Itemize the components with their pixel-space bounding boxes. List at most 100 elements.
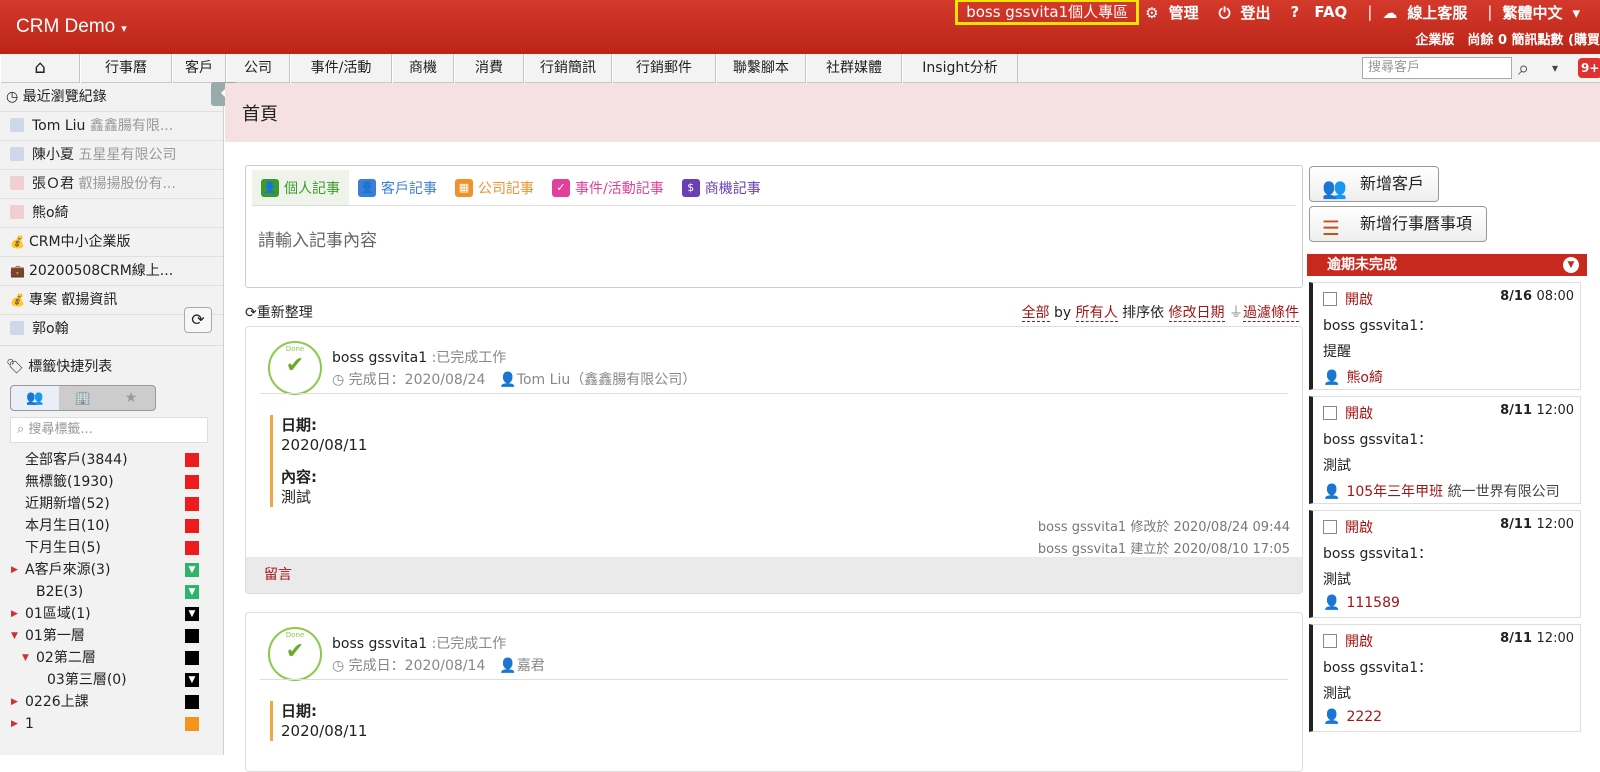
recent-item[interactable]: 熊o綺 <box>0 198 223 227</box>
comment-link[interactable]: 留言 <box>246 557 1302 593</box>
brand-menu[interactable]: CRM Demo ▾ <box>16 16 127 38</box>
manage-link[interactable]: ⚙ 管理 <box>1145 2 1208 23</box>
tag-color-icon[interactable]: ▼ <box>185 585 199 599</box>
chevron-down-icon[interactable]: ▾ <box>1552 54 1558 82</box>
nav-opportunities[interactable]: 商機 <box>392 54 454 83</box>
nav-insight[interactable]: Insight分析 <box>902 54 1018 83</box>
overdue-header[interactable]: 逾期未完成 ▼ <box>1307 254 1587 276</box>
tag-color-icon[interactable] <box>185 453 199 467</box>
language-select[interactable]: 繁體中文 ▾ <box>1502 2 1590 23</box>
sort-field-link[interactable]: 修改日期 <box>1168 305 1225 322</box>
expand-arrow-icon[interactable]: ▶ <box>11 603 18 625</box>
tag-item[interactable]: ▶ 1 <box>0 713 223 735</box>
expand-arrow-icon[interactable]: ▶ <box>11 713 18 735</box>
expand-arrow-icon[interactable]: ▶ <box>11 559 18 581</box>
task-checkbox[interactable] <box>1323 292 1337 306</box>
tag-color-icon[interactable] <box>185 519 199 533</box>
overdue-task-card[interactable]: 開啟 8/16 08:00 boss gssvita1： 提醒 👤 熊o綺 <box>1309 282 1581 390</box>
nav-consumption[interactable]: 消費 <box>454 54 524 83</box>
customer-search-input[interactable]: 搜尋客戶 <box>1362 57 1512 79</box>
overdue-task-card[interactable]: 開啟 8/11 12:00 boss gssvita1： 測試 👤 111589 <box>1309 510 1581 618</box>
note-tab[interactable]: $ 商機記事 <box>673 170 770 205</box>
tag-item[interactable]: 03第三層(0) ▼ <box>0 669 223 691</box>
faq-link[interactable]: ? FAQ <box>1290 3 1357 21</box>
filter-all-link[interactable]: 全部 <box>1021 305 1050 322</box>
tag-color-icon[interactable]: ▼ <box>185 607 199 621</box>
star-icon[interactable]: ★ <box>107 386 155 410</box>
task-checkbox[interactable] <box>1323 406 1337 420</box>
tag-item[interactable]: B2E(3) ▼ <box>0 581 223 603</box>
nav-calendar[interactable]: 行事曆 <box>80 54 172 83</box>
note-tab[interactable]: ✓ 事件/活動記事 <box>543 170 673 205</box>
recent-item[interactable]: 張Ｏ君 叡揚揚股份有... <box>0 169 223 198</box>
note-tab[interactable]: 👤 個人記事 <box>252 170 349 205</box>
tag-color-icon[interactable] <box>185 695 199 709</box>
tag-item[interactable]: ▶ 01區域(1) ▼ <box>0 603 223 625</box>
notification-badge[interactable]: 9+ <box>1578 58 1600 78</box>
add-customer-button[interactable]: 👥 新增客戶 <box>1309 166 1440 202</box>
tag-color-icon[interactable]: ▼ <box>185 563 199 577</box>
note-tab[interactable]: 👤 客戶記事 <box>349 170 446 205</box>
note-content-input[interactable]: 請輸入記事內容 <box>258 226 377 251</box>
nav-email-marketing[interactable]: 行銷郵件 <box>612 54 716 83</box>
add-calendar-event-button[interactable]: ☰ 新增行事曆事項 <box>1309 206 1488 242</box>
support-link[interactable]: ☁ 線上客服 <box>1382 2 1477 23</box>
personal-zone-link[interactable]: boss gssvita1個人專區 <box>955 0 1140 25</box>
feed-person-link[interactable]: Tom Liu（鑫鑫腸有限公司） <box>517 372 696 388</box>
home-icon[interactable]: ⌂ <box>0 54 80 83</box>
task-contact-link[interactable]: 111589 <box>1346 595 1399 611</box>
tag-item[interactable]: ▼ 02第二層 <box>0 647 223 669</box>
account-info[interactable]: 企業版 尚餘 0 簡訊點數 (購買 <box>1415 29 1600 48</box>
recent-item-name: Tom Liu <box>32 118 86 134</box>
tag-color-icon[interactable] <box>185 541 199 555</box>
task-checkbox[interactable] <box>1323 520 1337 534</box>
tag-item[interactable]: ▼ 01第一層 <box>0 625 223 647</box>
search-icon[interactable]: ⌕ <box>1518 54 1529 82</box>
note-tab[interactable]: ▦ 公司記事 <box>446 170 543 205</box>
tag-color-icon[interactable] <box>185 497 199 511</box>
tag-item[interactable]: 本月生日(10) <box>0 515 223 537</box>
chevron-down-icon[interactable]: ▼ <box>1563 257 1579 273</box>
people-icon[interactable]: 👥 <box>11 386 59 410</box>
expand-arrow-icon[interactable]: ▼ <box>22 647 29 669</box>
task-datetime: 8/11 12:00 <box>1500 403 1574 418</box>
recent-item[interactable]: 💼 20200508CRM線上... <box>0 256 223 285</box>
tag-item[interactable]: 無標籤(1930) <box>0 471 223 493</box>
refresh-tags-icon[interactable]: ⟳ <box>184 307 212 333</box>
tag-item[interactable]: 全部客戶(3844) <box>0 449 223 471</box>
feed-person-link[interactable]: 嘉君 <box>517 658 545 674</box>
overdue-task-card[interactable]: 開啟 8/11 12:00 boss gssvita1： 測試 👤 105年三年甲班 統一… <box>1309 396 1581 504</box>
logout-link[interactable]: ⏻ 登出 <box>1219 2 1281 23</box>
tag-color-icon[interactable] <box>185 475 199 489</box>
building-icon[interactable]: 🏢 <box>59 386 107 410</box>
task-contact-link[interactable]: 2222 <box>1346 709 1382 725</box>
filter-owner-link[interactable]: 所有人 <box>1075 305 1118 322</box>
tag-item[interactable]: 下月生日(5) <box>0 537 223 559</box>
task-contact-link[interactable]: 熊o綺 <box>1346 370 1383 386</box>
task-checkbox[interactable] <box>1323 634 1337 648</box>
nav-companies[interactable]: 公司 <box>226 54 290 83</box>
tag-color-icon[interactable] <box>185 651 199 665</box>
nav-sms-marketing[interactable]: 行銷簡訊 <box>524 54 612 83</box>
recent-item[interactable]: Tom Liu 鑫鑫腸有限... <box>0 111 223 140</box>
expand-arrow-icon[interactable]: ▶ <box>11 691 18 713</box>
refresh-button[interactable]: ⟳重新整理 <box>245 302 313 322</box>
nav-scripts[interactable]: 聯繫腳本 <box>716 54 806 83</box>
nav-customers[interactable]: 客戶 <box>172 54 226 83</box>
filter-conditions-link[interactable]: 過濾條件 <box>1243 305 1299 322</box>
feed-body: 日期: 2020/08/11 內容: 測試 <box>270 415 367 507</box>
tag-color-icon[interactable] <box>185 629 199 643</box>
task-contact-link[interactable]: 105年三年甲班 <box>1346 484 1443 500</box>
recent-item[interactable]: 💰 CRM中小企業版 <box>0 227 223 256</box>
tag-search-input[interactable]: ⌕ 搜尋標籤... <box>10 417 208 443</box>
tag-color-icon[interactable]: ▼ <box>185 673 199 687</box>
expand-arrow-icon[interactable]: ▼ <box>11 625 18 647</box>
tag-item[interactable]: ▶ A客戶來源(3) ▼ <box>0 559 223 581</box>
recent-item[interactable]: 陳小夏 五星星有限公司 <box>0 140 223 169</box>
tag-item[interactable]: 近期新增(52) <box>0 493 223 515</box>
tag-color-icon[interactable] <box>185 717 199 731</box>
nav-social[interactable]: 社群媒體 <box>806 54 902 83</box>
tag-item[interactable]: ▶ 0226上課 <box>0 691 223 713</box>
overdue-task-card[interactable]: 開啟 8/11 12:00 boss gssvita1： 測試 👤 2222 <box>1309 624 1581 732</box>
nav-events[interactable]: 事件/活動 <box>290 54 392 83</box>
